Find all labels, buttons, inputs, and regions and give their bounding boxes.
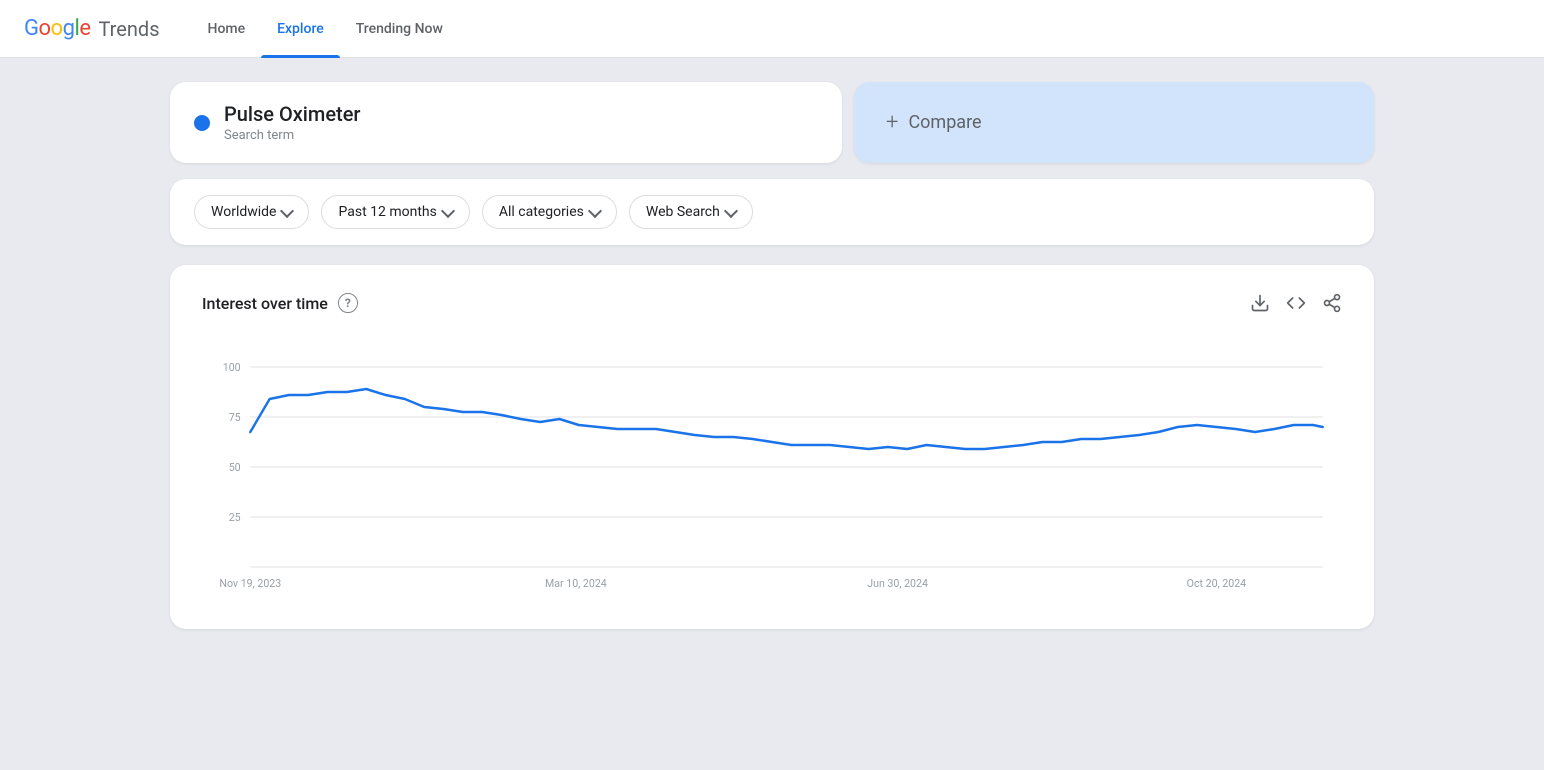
main-nav: Home Explore Trending Now xyxy=(192,0,459,57)
interest-chart: 100 75 50 25 xyxy=(202,337,1342,597)
logo: Google Trends xyxy=(24,16,160,41)
chevron-down-icon xyxy=(724,203,738,217)
chevron-down-icon xyxy=(588,203,602,217)
nav-explore[interactable]: Explore xyxy=(261,0,340,58)
filter-search-type[interactable]: Web Search xyxy=(629,195,753,229)
filter-category[interactable]: All categories xyxy=(482,195,617,229)
chart-title-row: Interest over time ? xyxy=(202,293,358,313)
chevron-down-icon xyxy=(280,203,294,217)
trends-logo-text: Trends xyxy=(98,17,159,41)
chart-header: Interest over time ? xyxy=(202,293,1342,313)
compare-plus-icon: + xyxy=(886,110,898,135)
svg-text:25: 25 xyxy=(229,511,241,524)
filter-time[interactable]: Past 12 months xyxy=(321,195,469,229)
google-logo: Google xyxy=(24,16,90,41)
svg-text:100: 100 xyxy=(223,361,241,374)
svg-text:Jun 30, 2024: Jun 30, 2024 xyxy=(867,577,928,590)
svg-text:Oct 20, 2024: Oct 20, 2024 xyxy=(1187,577,1246,590)
chart-container: 100 75 50 25 xyxy=(202,337,1342,601)
filter-time-label: Past 12 months xyxy=(338,204,436,220)
search-card: Pulse Oximeter Search term xyxy=(170,82,842,163)
header: Google Trends Home Explore Trending Now xyxy=(0,0,1544,58)
share-button[interactable] xyxy=(1322,293,1342,313)
svg-text:75: 75 xyxy=(229,411,241,424)
search-dot-indicator xyxy=(194,115,210,131)
filter-category-label: All categories xyxy=(499,204,584,220)
svg-text:Nov 19, 2023: Nov 19, 2023 xyxy=(219,577,281,590)
svg-text:50: 50 xyxy=(229,461,241,474)
search-term-info: Pulse Oximeter Search term xyxy=(224,102,360,143)
compare-label: Compare xyxy=(908,112,981,133)
embed-button[interactable] xyxy=(1286,293,1306,313)
svg-text:Mar 10, 2024: Mar 10, 2024 xyxy=(545,577,607,590)
chart-actions xyxy=(1250,293,1342,313)
search-term-type: Search term xyxy=(224,128,360,143)
filter-location[interactable]: Worldwide xyxy=(194,195,309,229)
search-compare-row: Pulse Oximeter Search term + Compare xyxy=(170,82,1374,163)
nav-home[interactable]: Home xyxy=(192,0,262,58)
help-icon[interactable]: ? xyxy=(338,293,358,313)
compare-card[interactable]: + Compare xyxy=(854,82,1374,163)
chart-title: Interest over time xyxy=(202,294,328,313)
download-button[interactable] xyxy=(1250,293,1270,313)
filters-row: Worldwide Past 12 months All categories … xyxy=(170,179,1374,245)
chart-card: Interest over time ? xyxy=(170,265,1374,629)
search-term-name: Pulse Oximeter xyxy=(224,102,360,126)
chevron-down-icon xyxy=(441,203,455,217)
filter-location-label: Worldwide xyxy=(211,204,276,220)
main-content: Pulse Oximeter Search term + Compare Wor… xyxy=(0,58,1544,770)
nav-trending-now[interactable]: Trending Now xyxy=(340,0,459,58)
filter-search-type-label: Web Search xyxy=(646,204,720,220)
